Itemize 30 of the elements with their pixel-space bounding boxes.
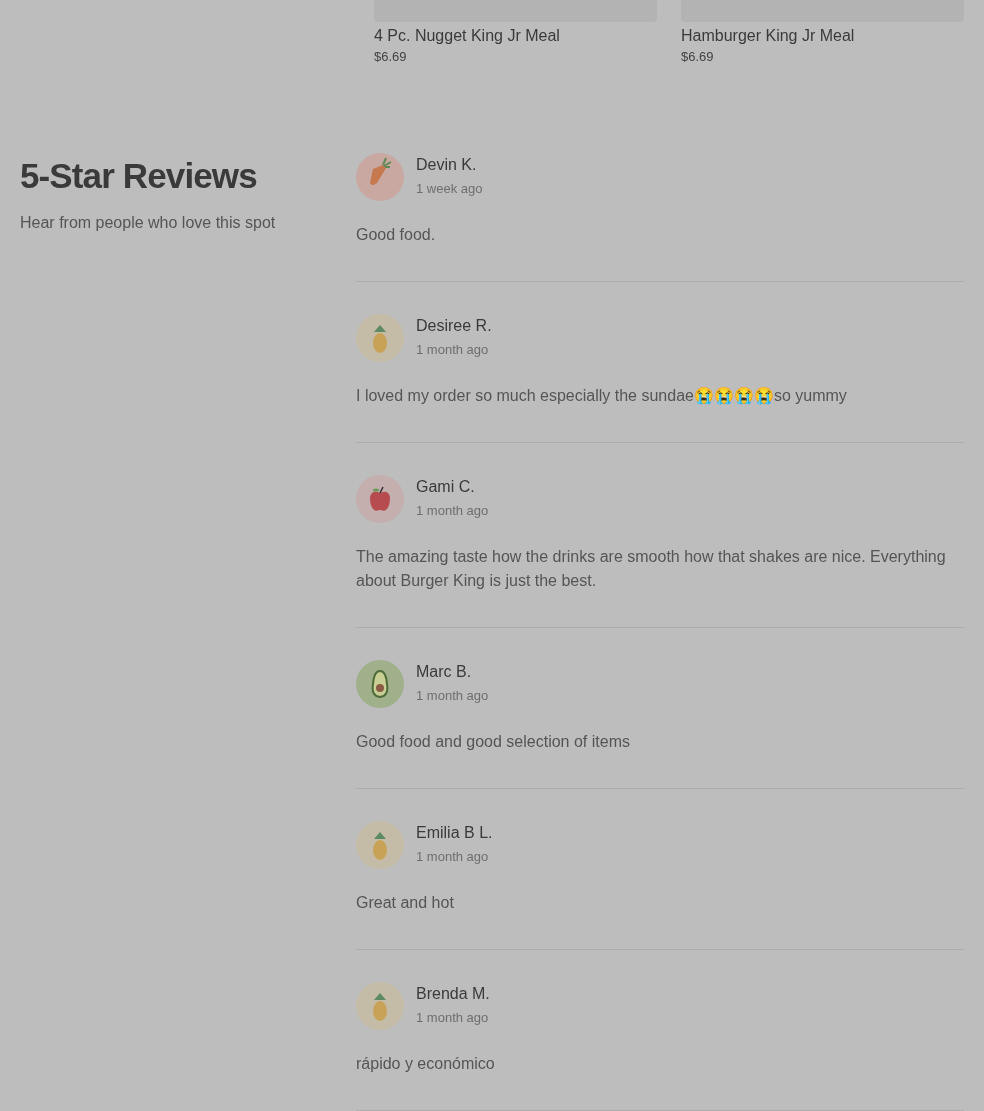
avocado-icon bbox=[356, 660, 404, 708]
reviewer-name: Desiree R. bbox=[416, 316, 492, 336]
review-text: Good food and good selection of items bbox=[356, 732, 631, 752]
pineapple-icon bbox=[356, 982, 404, 1030]
reviewer-name: Marc B. bbox=[416, 662, 472, 682]
reviewer-name: Gami C. bbox=[416, 477, 475, 497]
carrot-icon bbox=[356, 153, 404, 201]
review-text: rápido y económico bbox=[356, 1054, 496, 1074]
review-time: 1 week ago bbox=[416, 181, 483, 197]
item-price: $6.69 bbox=[681, 49, 714, 65]
review-time: 1 month ago bbox=[416, 849, 489, 865]
section-subtitle: Hear from people who love this spot bbox=[20, 213, 276, 233]
pineapple-icon bbox=[356, 821, 404, 869]
review-text: Good food. bbox=[356, 225, 437, 245]
section-title: 5-Star Reviews bbox=[20, 155, 257, 197]
reviewer-name: Brenda M. bbox=[416, 984, 490, 1004]
review-text: Great and hot bbox=[356, 893, 455, 913]
item-price: $6.69 bbox=[374, 49, 407, 65]
review-time: 1 month ago bbox=[416, 503, 489, 519]
reviewer-name: Devin K. bbox=[416, 155, 477, 175]
review-text: I loved my order so much especially the sundae😭😭😭😭so yummy bbox=[356, 386, 848, 407]
apple-icon bbox=[356, 475, 404, 523]
review-time: 1 month ago bbox=[416, 688, 489, 704]
review-text: The amazing taste how the drinks are smooth how that shakes are nice. Everything about Burger King is just the best. bbox=[356, 547, 947, 591]
pineapple-icon bbox=[356, 314, 404, 362]
reviewer-name: Emilia B L. bbox=[416, 823, 493, 843]
review-time: 1 month ago bbox=[416, 342, 489, 358]
review-time: 1 month ago bbox=[416, 1010, 489, 1026]
item-name: Hamburger King Jr Meal bbox=[681, 26, 855, 46]
item-name: 4 Pc. Nugget King Jr Meal bbox=[374, 26, 560, 46]
